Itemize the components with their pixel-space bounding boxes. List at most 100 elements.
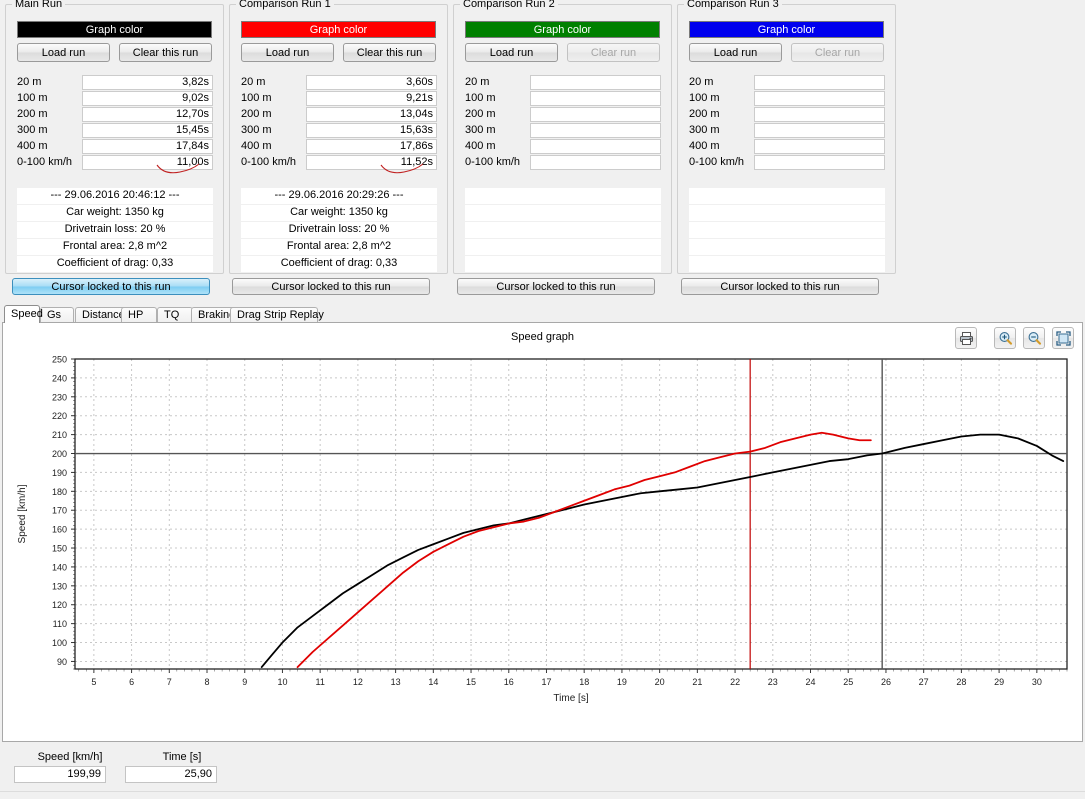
- svg-text:Speed [km/h]: Speed [km/h]: [17, 484, 28, 543]
- metric-row: 20 m: [689, 75, 885, 91]
- svg-text:12: 12: [353, 677, 363, 687]
- metric-value: [530, 123, 661, 138]
- status-bar: [0, 791, 1085, 799]
- metric-row: 300 m: [465, 123, 661, 139]
- metric-label: 400 m: [17, 140, 48, 152]
- metric-label: 0-100 km/h: [241, 156, 297, 168]
- clear-run-button: Clear run: [791, 43, 884, 62]
- speed-chart-panel: Speed graph 90 100 110 120 130 140 150 1…: [2, 322, 1083, 742]
- info-row: --- 29.06.2016 20:29:26 ---: [241, 188, 437, 204]
- clear-run-button[interactable]: Clear this run: [343, 43, 436, 62]
- svg-text:5: 5: [91, 677, 96, 687]
- metric-label: 400 m: [465, 140, 496, 152]
- info-row: [465, 239, 661, 255]
- graph-color-button[interactable]: Graph color: [241, 21, 436, 38]
- run-info-block: [689, 188, 885, 273]
- metric-row: 100 m: [465, 91, 661, 107]
- svg-text:250: 250: [52, 355, 67, 365]
- metric-label: 400 m: [689, 140, 720, 152]
- print-icon[interactable]: [954, 327, 977, 349]
- metric-label: 200 m: [241, 108, 272, 120]
- load-run-button[interactable]: Load run: [689, 43, 782, 62]
- info-row: [689, 239, 885, 255]
- metric-row: 20 m 3,60s: [241, 75, 437, 91]
- info-row: [689, 256, 885, 272]
- svg-text:27: 27: [919, 677, 929, 687]
- svg-text:11: 11: [315, 677, 324, 687]
- metric-label: 0-100 km/h: [17, 156, 73, 168]
- svg-text:14: 14: [428, 677, 438, 687]
- metric-label: 300 m: [689, 124, 720, 136]
- metric-value: [530, 139, 661, 154]
- metrics-list: 20 m 100 m 200 m 300 m 400 m 0-100 km/h: [465, 75, 661, 171]
- svg-text:190: 190: [52, 468, 67, 478]
- svg-text:180: 180: [52, 487, 67, 497]
- svg-text:21: 21: [692, 677, 702, 687]
- metric-row: 300 m 15,45s: [17, 123, 213, 139]
- fit-to-window-icon[interactable]: [1052, 327, 1074, 349]
- metric-value: 11,00s: [82, 155, 213, 170]
- run-panel-legend: Comparison Run 2: [460, 0, 558, 10]
- svg-text:19: 19: [617, 677, 627, 687]
- info-row: [465, 188, 661, 204]
- load-run-button[interactable]: Load run: [241, 43, 334, 62]
- metric-value: [754, 139, 885, 154]
- info-row: Car weight: 1350 kg: [241, 205, 437, 221]
- metric-value: [754, 91, 885, 106]
- metric-label: 200 m: [689, 108, 720, 120]
- tab-drag-strip-replay[interactable]: Drag Strip Replay: [230, 307, 324, 323]
- metric-value: 9,21s: [306, 91, 437, 106]
- run-panel-legend: Main Run: [12, 0, 66, 10]
- speed-plot-svg[interactable]: 90 100 110 120 130 140 150 160 170 180 190 200 210 22…: [3, 347, 1084, 741]
- load-run-button[interactable]: Load run: [17, 43, 110, 62]
- metric-label: 300 m: [17, 124, 48, 136]
- metric-label: 100 m: [465, 92, 496, 104]
- tab-tq[interactable]: TQ: [157, 307, 193, 323]
- info-row: [465, 205, 661, 221]
- clear-run-button: Clear run: [567, 43, 660, 62]
- metric-label: 0-100 km/h: [465, 156, 521, 168]
- run-panel-comparison-1: Comparison Run 1 Graph color Load run Cl…: [229, 0, 448, 274]
- acceleration-analysis-window: Main Run Graph color Load run Clear this…: [0, 0, 1085, 799]
- svg-text:150: 150: [52, 544, 67, 554]
- speed-plot-area[interactable]: 90 100 110 120 130 140 150 160 170 180 190 200 210 22…: [3, 347, 1084, 741]
- info-row: Frontal area: 2,8 m^2: [17, 239, 213, 255]
- svg-text:9: 9: [242, 677, 247, 687]
- load-run-button[interactable]: Load run: [465, 43, 558, 62]
- tab-speed[interactable]: Speed: [4, 305, 43, 323]
- svg-text:20: 20: [655, 677, 665, 687]
- info-row: [689, 222, 885, 238]
- svg-text:25: 25: [843, 677, 853, 687]
- zoom-out-icon[interactable]: [1022, 327, 1045, 349]
- info-row: Coefficient of drag: 0,33: [17, 256, 213, 272]
- svg-text:23: 23: [768, 677, 778, 687]
- cursor-lock-button-comparison-3[interactable]: Cursor locked to this run: [681, 278, 879, 295]
- svg-text:13: 13: [391, 677, 401, 687]
- graph-color-button[interactable]: Graph color: [689, 21, 884, 38]
- chart-toolbar: [951, 327, 1074, 349]
- cursor-lock-button-main[interactable]: Cursor locked to this run: [12, 278, 210, 295]
- svg-text:17: 17: [541, 677, 551, 687]
- graph-color-button[interactable]: Graph color: [465, 21, 660, 38]
- zoom-in-icon[interactable]: [993, 327, 1016, 349]
- metrics-list: 20 m 3,82s 100 m 9,02s 200 m 12,70s 300 …: [17, 75, 213, 171]
- cursor-lock-button-comparison-1[interactable]: Cursor locked to this run: [232, 278, 430, 295]
- clear-run-button[interactable]: Clear this run: [119, 43, 212, 62]
- metric-label: 100 m: [241, 92, 272, 104]
- metric-value: [530, 75, 661, 90]
- cursor-lock-button-comparison-2[interactable]: Cursor locked to this run: [457, 278, 655, 295]
- tab-hp[interactable]: HP: [121, 307, 157, 323]
- metric-row: 200 m 12,70s: [17, 107, 213, 123]
- speed-readout-label: Speed [km/h]: [37, 751, 103, 763]
- metric-value: [530, 155, 661, 170]
- info-row: [689, 188, 885, 204]
- graph-tabstrip: Speed Gs Distance HP TQ Braking Drag Str…: [2, 305, 1083, 323]
- graph-color-button[interactable]: Graph color: [17, 21, 212, 38]
- tab-gs[interactable]: Gs: [40, 307, 74, 323]
- metric-value: [754, 123, 885, 138]
- metric-row: 400 m: [465, 139, 661, 155]
- info-row: Coefficient of drag: 0,33: [241, 256, 437, 272]
- svg-text:15: 15: [466, 677, 476, 687]
- info-row: [689, 205, 885, 221]
- info-row: Drivetrain loss: 20 %: [241, 222, 437, 238]
